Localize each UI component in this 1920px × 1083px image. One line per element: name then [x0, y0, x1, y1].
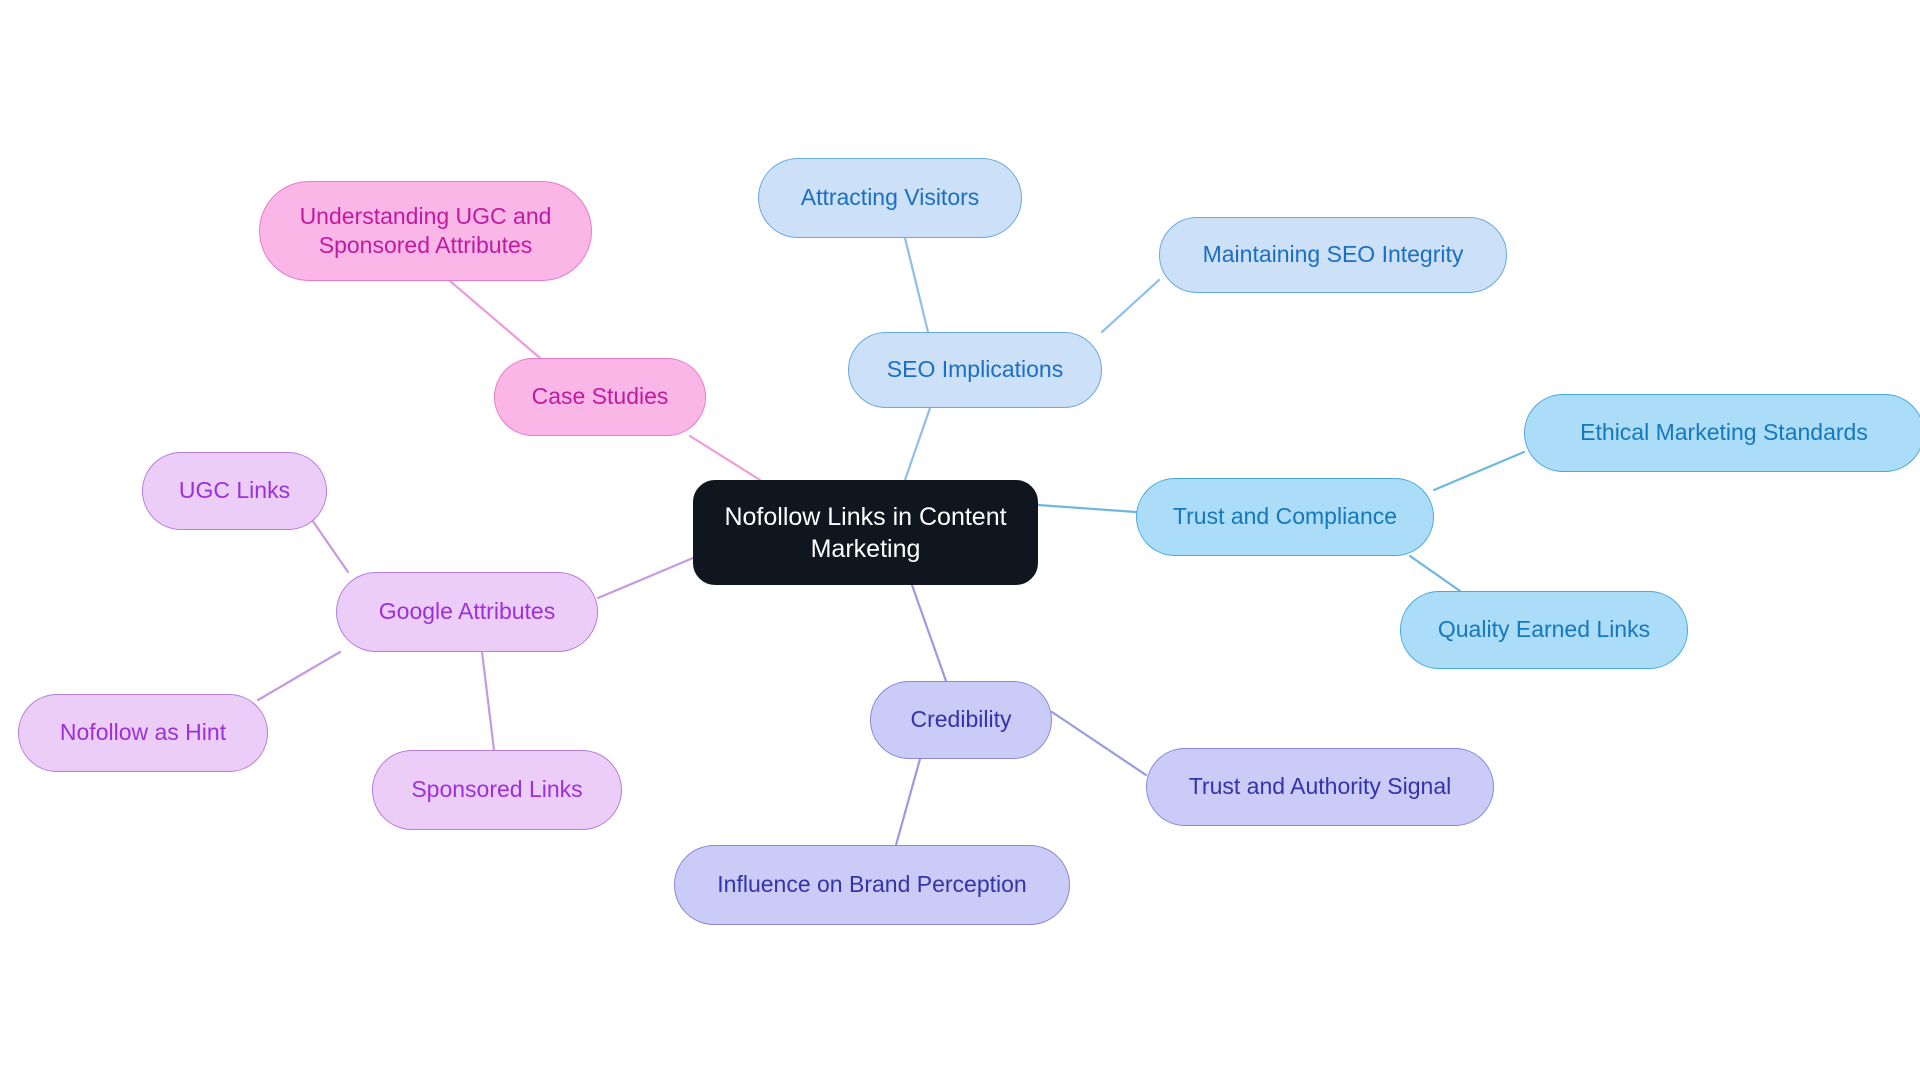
edge-root-case-studies: [688, 434, 762, 482]
edge-root-google-attributes: [596, 556, 695, 600]
mindmap-node-case-studies[interactable]: Case Studies: [494, 358, 706, 436]
edge-root-seo-implications: [903, 406, 932, 482]
edge-root-credibility: [910, 583, 948, 683]
node-label: Understanding UGC and Sponsored Attribut…: [299, 202, 552, 258]
node-label: Credibility: [910, 706, 1012, 733]
mindmap-node-attracting-visitors[interactable]: Attracting Visitors: [758, 158, 1022, 238]
mindmap-node-quality-earned-links[interactable]: Quality Earned Links: [1400, 591, 1688, 669]
mindmap-node-seo-implications[interactable]: SEO Implications: [848, 332, 1102, 408]
mindmap-node-sponsored-links[interactable]: Sponsored Links: [372, 750, 622, 830]
node-label: Nofollow as Hint: [59, 719, 227, 746]
node-label: UGC Links: [178, 477, 291, 504]
mindmap-node-influence-on-brand-perception[interactable]: Influence on Brand Perception: [674, 845, 1070, 925]
node-label: Attracting Visitors: [800, 184, 980, 211]
edge-root-trust-and-compliance: [1036, 503, 1138, 514]
node-label: Influence on Brand Perception: [717, 871, 1027, 898]
edge-trust-ethical-standards: [1432, 450, 1526, 492]
edge-google-nofollow-as-hint: [256, 650, 342, 702]
mindmap-node-ugc-links[interactable]: UGC Links: [142, 452, 327, 530]
edge-google-ugc-links: [310, 518, 350, 574]
mindmap-node-trust-and-authority-signal[interactable]: Trust and Authority Signal: [1146, 748, 1494, 826]
mindmap-node-credibility[interactable]: Credibility: [870, 681, 1052, 759]
edge-credibility-authority-signal: [1050, 710, 1148, 777]
mindmap-node-google-attributes[interactable]: Google Attributes: [336, 572, 598, 652]
edge-credibility-brand-perception: [894, 757, 922, 847]
node-label: Maintaining SEO Integrity: [1202, 241, 1464, 268]
mindmap-node-understanding-ugc-and-sponsored-attributes[interactable]: Understanding UGC and Sponsored Attribut…: [259, 181, 592, 281]
mindmap-canvas: Nofollow Links in Content Marketing SEO I…: [0, 0, 1920, 1083]
mindmap-node-maintaining-seo-integrity[interactable]: Maintaining SEO Integrity: [1159, 217, 1507, 293]
node-label: SEO Implications: [886, 356, 1064, 383]
node-label: Google Attributes: [378, 598, 556, 625]
node-label: Ethical Marketing Standards: [1580, 419, 1868, 446]
mindmap-node-nofollow-as-hint[interactable]: Nofollow as Hint: [18, 694, 268, 772]
node-label: Trust and Authority Signal: [1188, 773, 1452, 800]
edge-trust-quality-earned-links: [1408, 554, 1462, 593]
node-label: Nofollow Links in Content Marketing: [724, 502, 1007, 563]
node-label: Sponsored Links: [411, 776, 583, 803]
mindmap-node-trust-and-compliance[interactable]: Trust and Compliance: [1136, 478, 1434, 556]
node-label: Case Studies: [531, 383, 669, 410]
mindmap-root-node[interactable]: Nofollow Links in Content Marketing: [693, 480, 1038, 585]
mindmap-node-ethical-marketing-standards[interactable]: Ethical Marketing Standards: [1524, 394, 1920, 472]
edge-seo-maintaining-integrity: [1100, 278, 1161, 334]
node-label: Trust and Compliance: [1172, 503, 1398, 530]
edge-seo-attracting-visitors: [903, 236, 930, 334]
edge-case-studies-understanding: [448, 279, 542, 360]
edge-google-sponsored-links: [480, 650, 496, 752]
node-label: Quality Earned Links: [1437, 616, 1651, 643]
